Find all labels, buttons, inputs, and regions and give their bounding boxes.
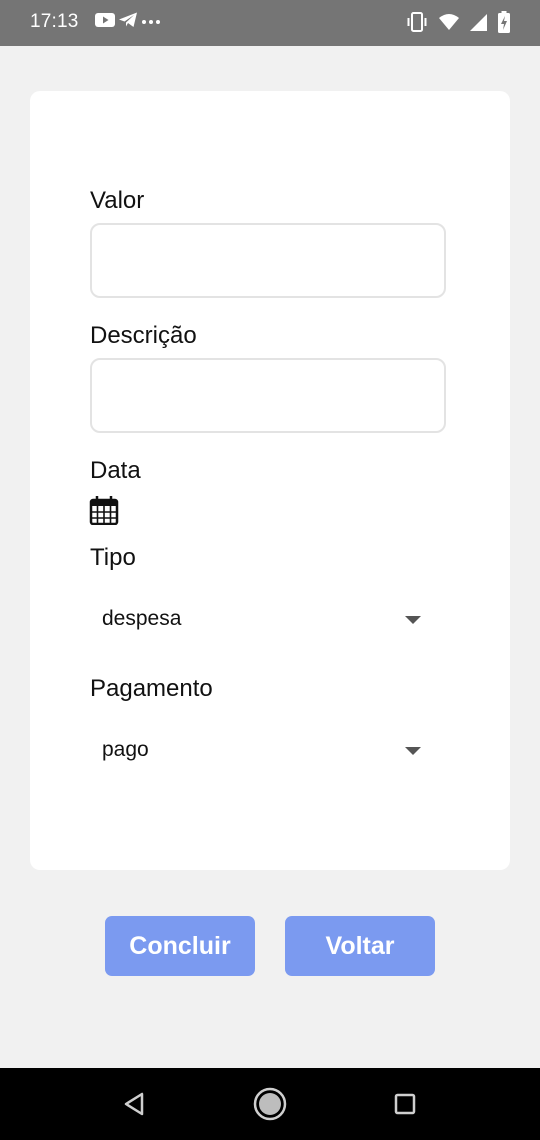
more-dots-icon <box>141 12 161 33</box>
telegram-icon <box>119 12 137 33</box>
signal-icon <box>470 12 488 37</box>
pagamento-select[interactable]: pago <box>90 725 446 775</box>
descricao-label: Descrição <box>90 322 197 349</box>
battery-charging-icon <box>498 11 510 38</box>
calendar-icon[interactable] <box>89 495 119 526</box>
notification-icons <box>95 12 161 33</box>
recents-icon[interactable] <box>385 1084 425 1124</box>
vibrate-icon <box>406 11 428 38</box>
home-icon[interactable] <box>250 1084 290 1124</box>
dropdown-arrow-icon <box>405 747 421 755</box>
tipo-label: Tipo <box>90 544 136 571</box>
voltar-button[interactable]: Voltar <box>285 916 435 976</box>
pagamento-selected-value: pago <box>102 738 149 761</box>
back-icon[interactable] <box>115 1084 155 1124</box>
valor-input[interactable] <box>90 223 446 298</box>
form-card: Valor Descrição Data Tipo despesa Pagame… <box>30 91 510 870</box>
pagamento-label: Pagamento <box>90 675 213 702</box>
descricao-input[interactable] <box>90 358 446 433</box>
valor-label: Valor <box>90 187 145 214</box>
system-icons <box>406 11 510 38</box>
tipo-selected-value: despesa <box>102 607 182 630</box>
wifi-icon <box>438 12 460 37</box>
dropdown-arrow-icon <box>405 616 421 624</box>
youtube-icon <box>95 12 115 33</box>
data-label: Data <box>90 457 141 484</box>
navigation-bar <box>0 1068 540 1140</box>
concluir-button[interactable]: Concluir <box>105 916 255 976</box>
tipo-select[interactable]: despesa <box>90 594 446 644</box>
status-time: 17:13 <box>30 11 79 32</box>
status-bar: 17:13 <box>0 0 540 46</box>
